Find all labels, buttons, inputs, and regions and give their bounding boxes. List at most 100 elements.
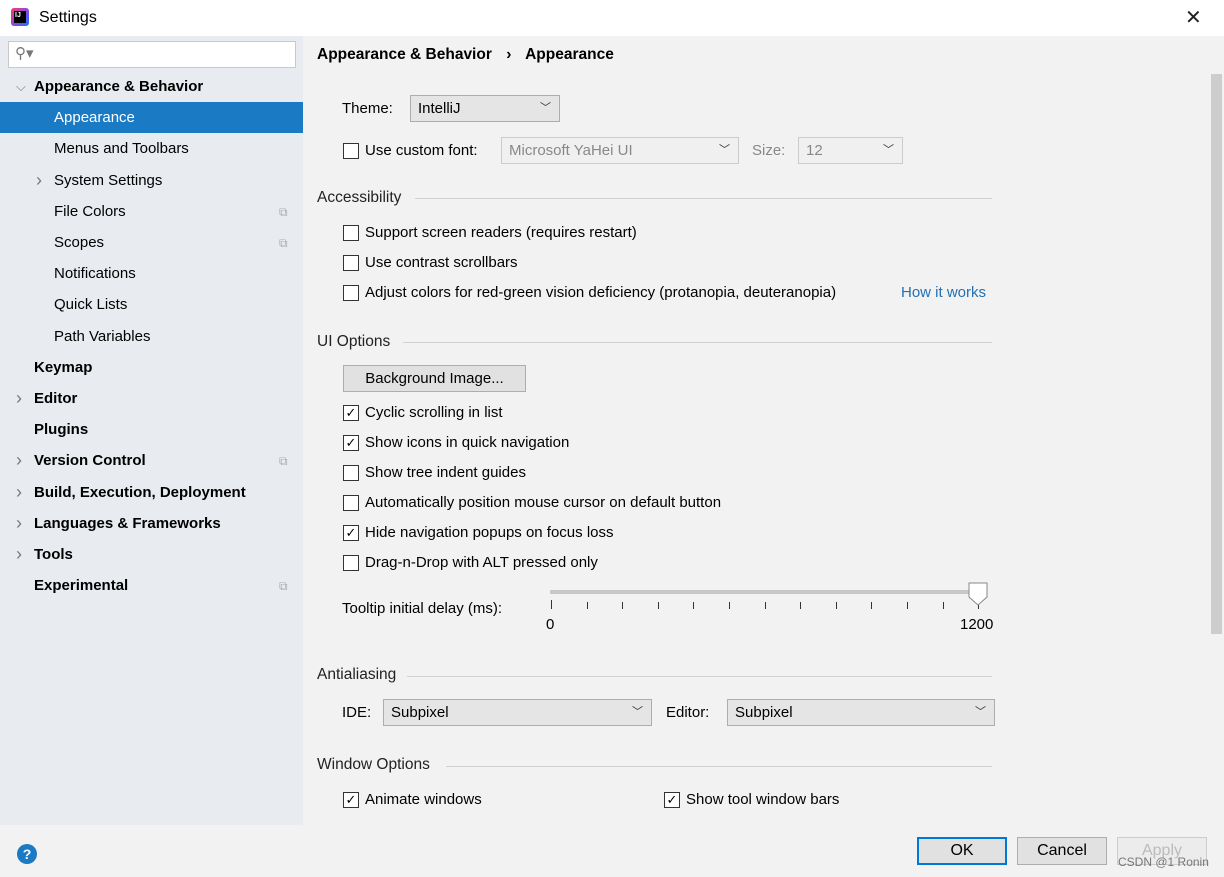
ui-options-heading: UI Options bbox=[317, 333, 391, 350]
project-scope-icon: ⧉ bbox=[279, 454, 288, 469]
slider-thumb[interactable] bbox=[968, 582, 988, 606]
checkbox[interactable] bbox=[343, 285, 359, 301]
sidebar-item-label: Version Control bbox=[34, 452, 146, 470]
checkbox[interactable]: ✓ bbox=[664, 792, 680, 808]
project-scope-icon: ⧉ bbox=[279, 204, 288, 219]
checkbox-label: Drag-n-Drop with ALT pressed only bbox=[365, 554, 598, 571]
checkbox[interactable]: ✓ bbox=[343, 525, 359, 541]
checkbox[interactable] bbox=[343, 255, 359, 271]
editor-label: Editor: bbox=[666, 704, 710, 721]
sidebar-item-label: Appearance & Behavior bbox=[34, 78, 204, 95]
help-icon[interactable]: ? bbox=[17, 844, 37, 864]
theme-value: IntelliJ bbox=[418, 100, 461, 117]
sidebar-item[interactable]: › Build, Execution, Deployment bbox=[0, 477, 303, 508]
slider-max-label: 1200 bbox=[960, 616, 994, 633]
breadcrumb-parent[interactable]: Appearance & Behavior bbox=[317, 46, 492, 63]
slider-tick bbox=[657, 602, 659, 609]
sidebar-item-label: Tools bbox=[34, 546, 73, 563]
slider-tick bbox=[764, 602, 766, 609]
sidebar-item-label: Scopes bbox=[54, 234, 105, 251]
title-bar: IJ Settings ✕ bbox=[0, 0, 1224, 36]
settings-panel: Appearance & Behavior › Appearance Theme… bbox=[303, 36, 1224, 825]
checkbox-label: Use contrast scrollbars bbox=[365, 254, 518, 271]
font-select[interactable]: Microsoft YaHei UI ﹀ bbox=[501, 137, 739, 164]
slider-tick bbox=[622, 602, 624, 609]
sidebar-item[interactable]: Quick Lists bbox=[0, 289, 303, 320]
sidebar-item[interactable]: › System Settings bbox=[0, 165, 303, 196]
sidebar-item-label: Keymap bbox=[34, 358, 93, 376]
chevron-right-icon[interactable]: › bbox=[16, 477, 22, 508]
slider-tick bbox=[907, 602, 908, 609]
accessibility-heading: Accessibility bbox=[317, 189, 402, 206]
sidebar-item[interactable]: › Editor bbox=[0, 383, 303, 414]
checkbox-label: Automatically position mouse cursor on d… bbox=[365, 494, 722, 511]
ide-antialiasing-select[interactable]: Subpixel ﹀ bbox=[383, 699, 652, 726]
editor-antialiasing-select[interactable]: Subpixel ﹀ bbox=[727, 699, 995, 726]
sidebar-item[interactable]: › Languages & Frameworks bbox=[0, 508, 303, 539]
scrollbar[interactable] bbox=[1211, 74, 1222, 634]
divider bbox=[403, 342, 992, 343]
tooltip-delay-slider[interactable] bbox=[550, 590, 978, 594]
size-select[interactable]: 12 ﹀ bbox=[798, 137, 903, 164]
window-options-heading: Window Options bbox=[317, 756, 430, 773]
editor-value: Subpixel bbox=[735, 704, 793, 721]
ok-button[interactable]: OK bbox=[917, 837, 1007, 865]
sidebar-item[interactable]: Plugins bbox=[0, 414, 303, 445]
sidebar-item-label: Quick Lists bbox=[54, 296, 128, 314]
chevron-right-icon[interactable]: › bbox=[16, 383, 22, 414]
checkbox-label: Support screen readers (requires restart… bbox=[365, 224, 637, 241]
sidebar-item[interactable]: ⌵ Appearance & Behavior bbox=[0, 71, 303, 102]
sidebar-item[interactable]: › Version Control ⧉ bbox=[0, 445, 303, 476]
chevron-right-icon[interactable]: › bbox=[36, 165, 42, 196]
sidebar-item[interactable]: Scopes ⧉ bbox=[0, 227, 303, 258]
chevron-down-icon[interactable]: ⌵ bbox=[16, 71, 26, 102]
slider-tick bbox=[800, 602, 802, 609]
background-image-button[interactable]: Background Image... bbox=[343, 365, 526, 392]
checkbox[interactable] bbox=[343, 555, 359, 571]
slider-tick bbox=[729, 602, 730, 609]
intellij-logo-icon: IJ bbox=[11, 8, 29, 26]
checkbox-label: Cyclic scrolling in list bbox=[365, 404, 503, 421]
font-value: Microsoft YaHei UI bbox=[509, 142, 633, 159]
size-value: 12 bbox=[806, 142, 823, 159]
checkbox[interactable]: ✓ bbox=[343, 792, 359, 808]
ide-value: Subpixel bbox=[391, 704, 449, 721]
custom-font-checkbox[interactable] bbox=[343, 143, 359, 159]
sidebar-item-label: Appearance bbox=[54, 109, 135, 127]
close-icon[interactable]: ✕ bbox=[1185, 5, 1202, 30]
search-input[interactable]: ⚲▾ bbox=[8, 41, 296, 68]
breadcrumb-separator: › bbox=[506, 46, 512, 63]
checkbox[interactable] bbox=[343, 465, 359, 481]
chevron-right-icon[interactable]: › bbox=[16, 508, 22, 539]
sidebar-item[interactable]: File Colors ⧉ bbox=[0, 196, 303, 227]
sidebar-item-label: Build, Execution, Deployment bbox=[34, 483, 246, 501]
sidebar-item[interactable]: Path Variables bbox=[0, 321, 303, 352]
window-title: Settings bbox=[39, 9, 97, 26]
theme-select[interactable]: IntelliJ ﹀ bbox=[410, 95, 560, 122]
sidebar-item[interactable]: Notifications bbox=[0, 258, 303, 289]
chevron-down-icon: ﹀ bbox=[975, 706, 986, 718]
project-scope-icon: ⧉ bbox=[279, 579, 288, 594]
antialiasing-heading: Antialiasing bbox=[317, 666, 397, 683]
checkbox-label: Hide navigation popups on focus loss bbox=[365, 524, 614, 541]
how-it-works-link[interactable]: How it works bbox=[901, 284, 986, 301]
chevron-down-icon: ﹀ bbox=[540, 102, 551, 114]
sidebar-item[interactable]: Keymap bbox=[0, 352, 303, 383]
checkbox[interactable] bbox=[343, 495, 359, 511]
project-scope-icon: ⧉ bbox=[279, 236, 288, 250]
checkbox[interactable]: ✓ bbox=[343, 435, 359, 451]
sidebar-item[interactable]: Menus and Toolbars bbox=[0, 133, 303, 164]
checkbox[interactable]: ✓ bbox=[343, 405, 359, 421]
slider-tick bbox=[586, 602, 588, 609]
chevron-right-icon[interactable]: › bbox=[16, 539, 22, 570]
breadcrumb: Appearance & Behavior › Appearance bbox=[317, 46, 614, 64]
chevron-down-icon: ﹀ bbox=[883, 144, 894, 156]
sidebar-item[interactable]: Appearance bbox=[0, 102, 303, 134]
sidebar-item[interactable]: › Tools bbox=[0, 539, 303, 570]
chevron-right-icon[interactable]: › bbox=[16, 445, 22, 476]
sidebar-item[interactable]: Experimental ⧉ bbox=[0, 570, 303, 601]
divider bbox=[446, 766, 992, 767]
cancel-button[interactable]: Cancel bbox=[1017, 837, 1107, 865]
checkbox[interactable] bbox=[343, 225, 359, 241]
theme-label: Theme: bbox=[342, 100, 393, 117]
